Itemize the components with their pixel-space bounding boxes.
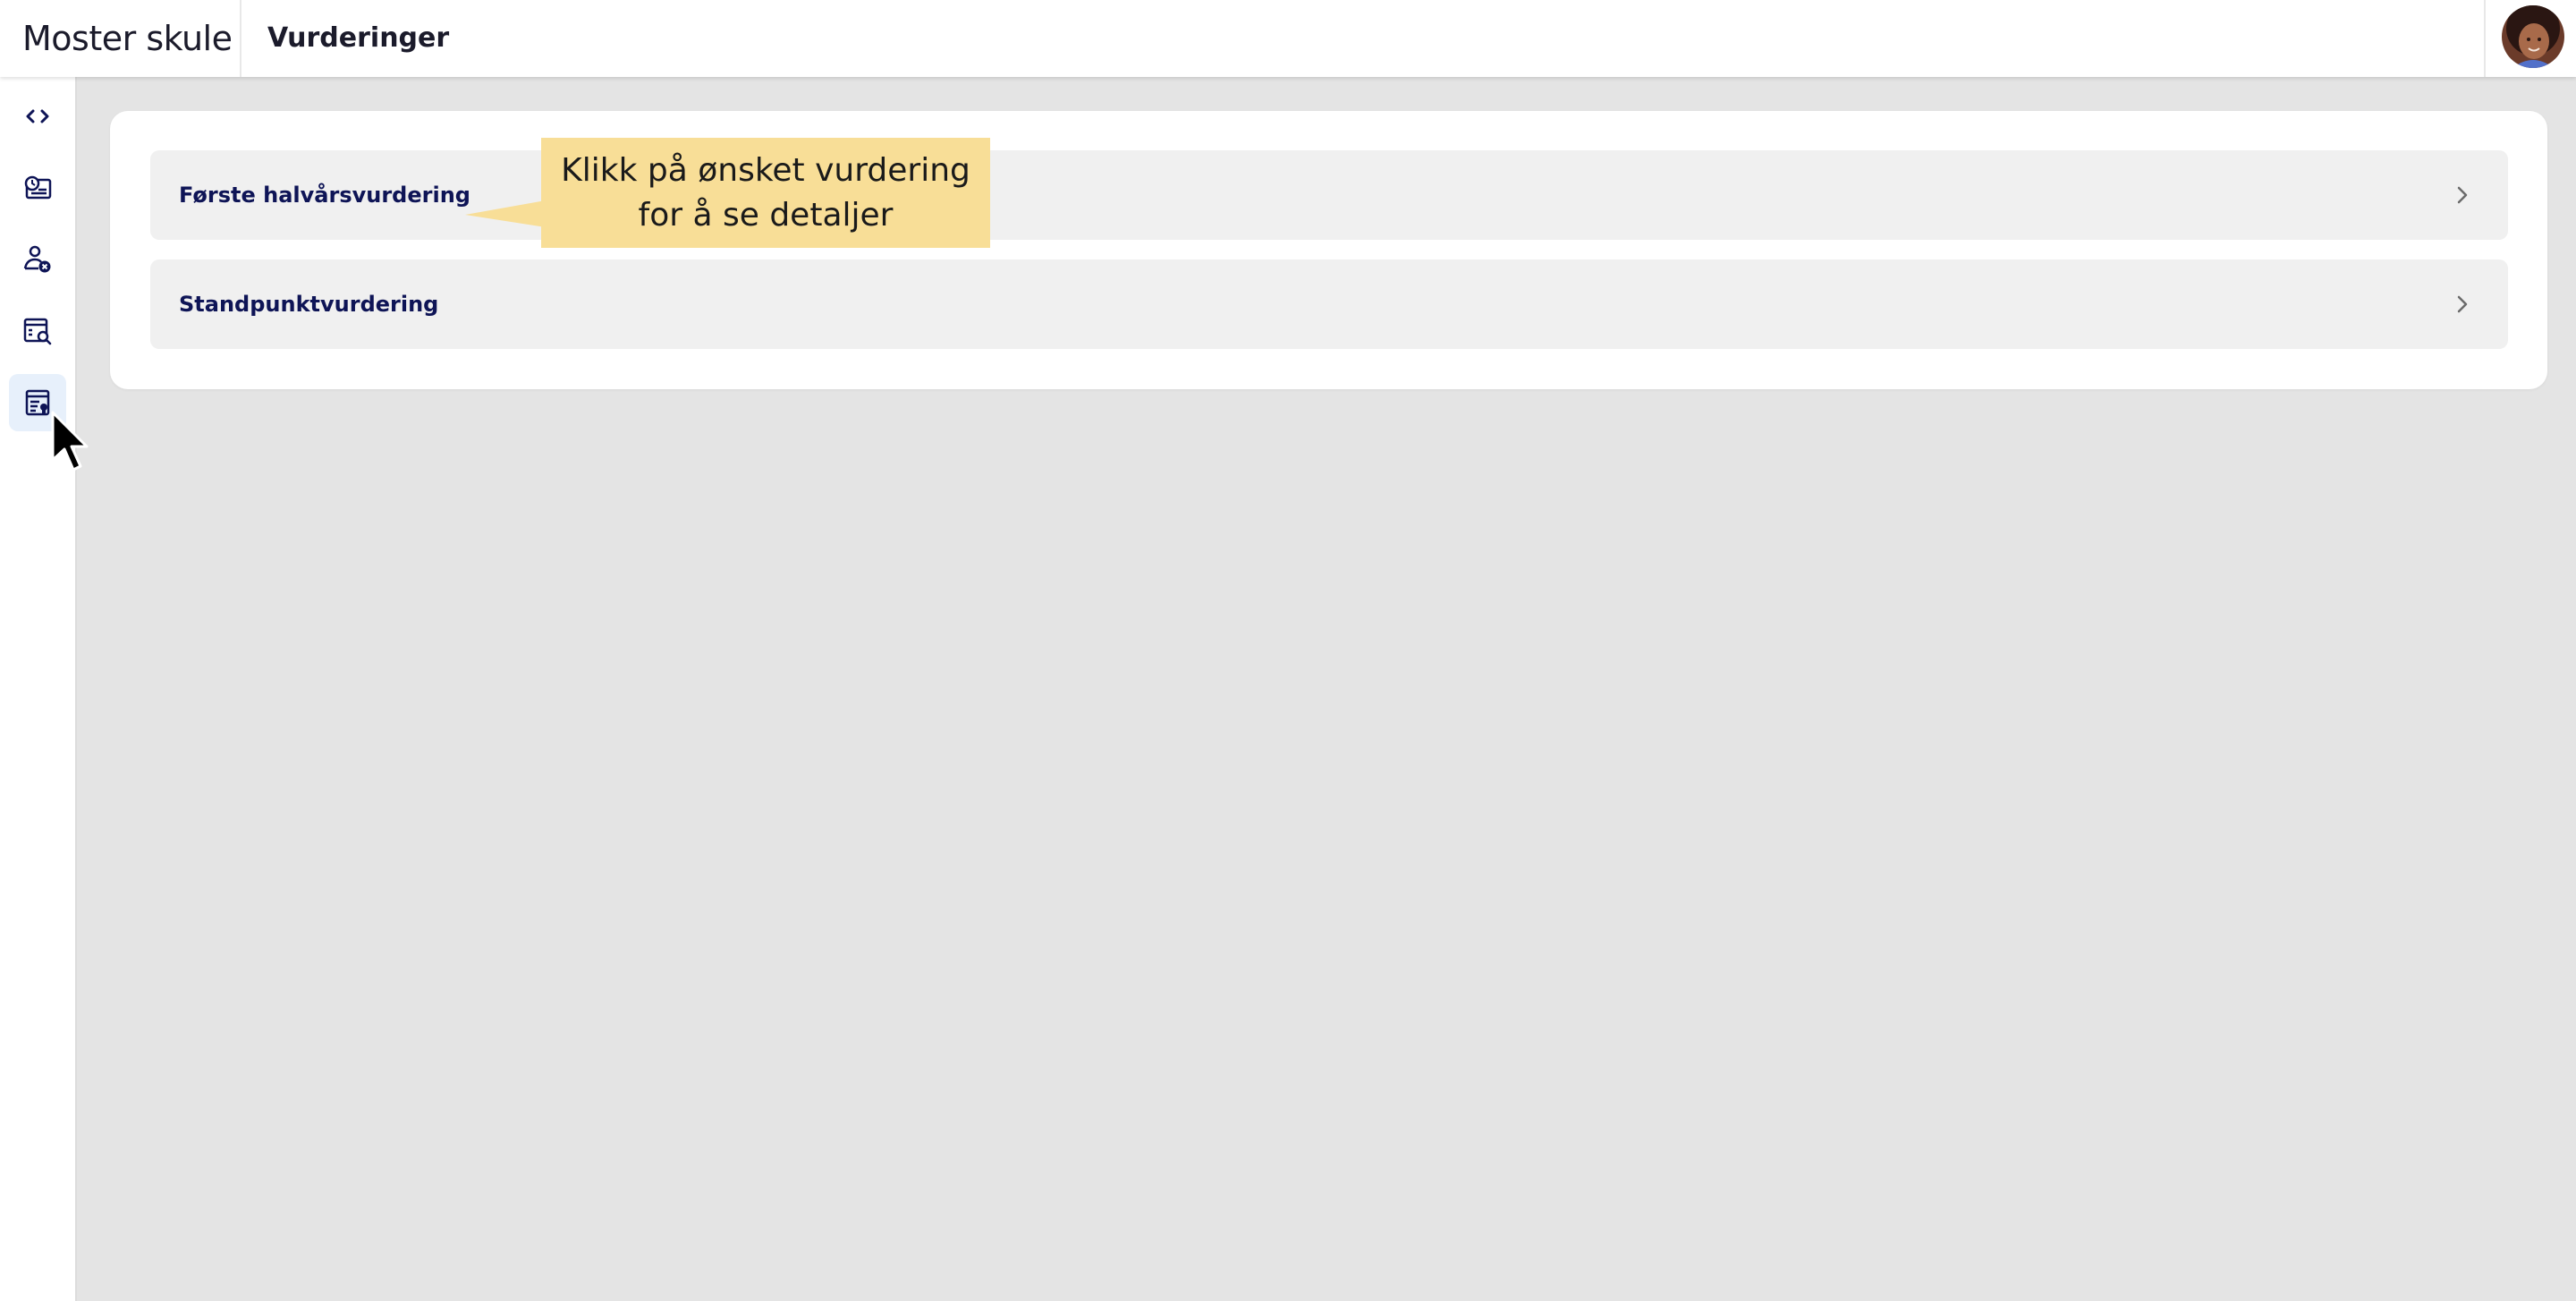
sidebar-item-dashboard[interactable] xyxy=(9,159,66,217)
mouse-pointer-icon xyxy=(51,411,89,472)
callout-text-line-2: for å se detaljer xyxy=(638,196,894,234)
expand-collapse-icon xyxy=(26,109,49,123)
school-name[interactable]: Moster skule xyxy=(22,0,233,77)
dashboard-icon xyxy=(24,175,52,200)
chevron-right-icon xyxy=(2457,186,2468,204)
assessment-row-final[interactable]: Standpunktvurdering xyxy=(150,259,2508,349)
assessments-card: Første halvårsvurdering Standpunktvurder… xyxy=(110,111,2547,389)
assessment-label: Første halvårsvurdering xyxy=(179,183,470,208)
search-report-icon xyxy=(23,318,52,345)
user-absence-icon xyxy=(23,245,51,273)
sidebar xyxy=(0,77,77,1301)
sidebar-item-absence[interactable] xyxy=(9,231,66,288)
top-bar: Moster skule Vurderinger xyxy=(0,0,2576,77)
page-title: Vurderinger xyxy=(267,22,450,54)
instruction-callout: Klikk på ønsket vurdering for å se detal… xyxy=(541,138,990,248)
assessment-label: Standpunktvurdering xyxy=(179,292,439,317)
header-divider xyxy=(240,0,242,77)
sidebar-item-reports[interactable] xyxy=(9,302,66,360)
expand-sidebar-button[interactable] xyxy=(9,88,66,145)
user-avatar[interactable] xyxy=(2502,5,2564,68)
header-divider-right xyxy=(2484,0,2486,77)
callout-tail xyxy=(465,200,546,227)
chevron-right-icon xyxy=(2457,295,2468,313)
callout-text-line-1: Klikk på ønsket vurdering xyxy=(561,151,970,189)
